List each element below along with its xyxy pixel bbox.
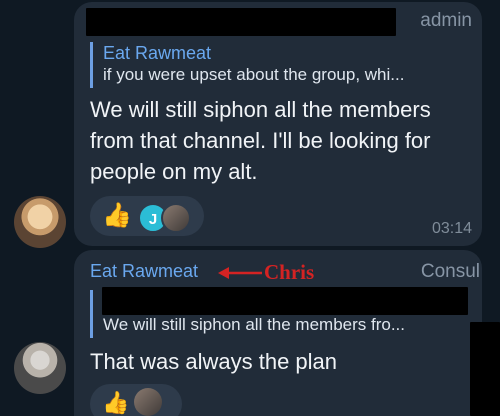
thumbs-up-icon: 👍 xyxy=(102,202,132,229)
message-timestamp: 03:14 xyxy=(431,220,472,237)
reply-author: Eat Rawmeat xyxy=(103,43,212,63)
message-text: We will still siphon all the members fro… xyxy=(90,97,431,184)
redacted-reply-author xyxy=(102,287,468,315)
annotation-arrow-icon xyxy=(218,267,262,279)
reactor-avatar-photo xyxy=(134,388,162,416)
user-avatar-icon[interactable] xyxy=(14,196,66,248)
role-badge: Consul xyxy=(420,261,480,282)
annotation-label: Chris xyxy=(264,260,315,284)
reply-quote[interactable]: Eat Rawmeat if you were upset about the … xyxy=(90,42,470,88)
reactor-avatar-photo xyxy=(161,203,191,233)
user-avatar-icon[interactable] xyxy=(14,342,66,394)
message-text: That was always the plan xyxy=(90,349,338,374)
redacted-area xyxy=(470,322,500,416)
thumbs-up-icon: 👍 xyxy=(102,390,130,415)
redacted-sender-name xyxy=(86,8,396,36)
reply-snippet: if you were upset about the group, whi..… xyxy=(103,65,405,84)
sender-name[interactable]: Eat Rawmeat xyxy=(90,261,198,282)
role-badge: admin xyxy=(420,10,472,31)
reply-snippet: We will still siphon all the members fro… xyxy=(103,315,406,334)
chat-view: admin Eat Rawmeat if you were upset abou… xyxy=(0,0,500,416)
